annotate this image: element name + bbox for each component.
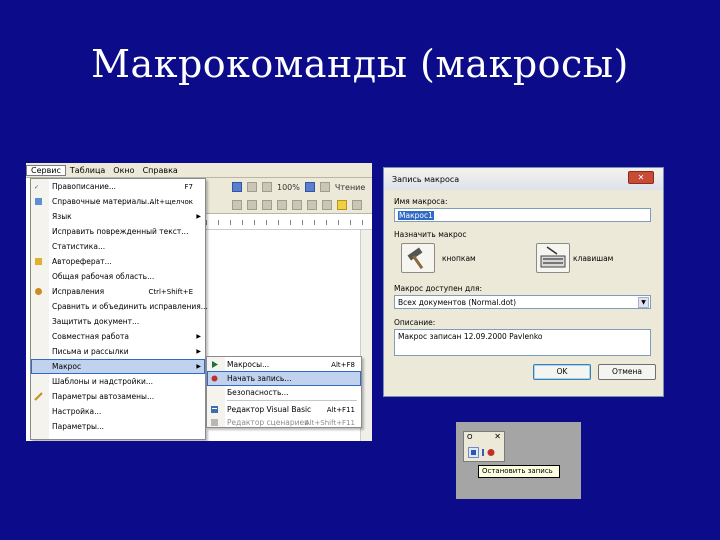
columns-icon[interactable]: [247, 182, 257, 192]
ok-button[interactable]: OK: [533, 364, 591, 380]
menu-item-spelling[interactable]: ✓ Правописание... F7: [31, 179, 205, 194]
align-right-icon[interactable]: [262, 200, 272, 210]
reading-icon[interactable]: [319, 182, 330, 192]
menu-help[interactable]: Справка: [139, 166, 182, 175]
close-button[interactable]: ✕: [628, 171, 654, 184]
submenu-item-start-recording[interactable]: Начать запись...: [207, 371, 361, 386]
macro-submenu: Макросы... Alt+F8 Начать запись... Безоп…: [206, 356, 362, 428]
menu-item-workspace[interactable]: Общая рабочая область...: [31, 269, 205, 284]
menu-item-compare[interactable]: Сравнить и объединить исправления...: [31, 299, 208, 314]
menu-item-customize[interactable]: Настройка...: [31, 404, 205, 419]
research-icon: [35, 198, 42, 205]
menu-item-templates[interactable]: Шаблоны и надстройки...: [31, 374, 205, 389]
assign-to-keyboard-button[interactable]: [536, 243, 570, 273]
menu-item-language[interactable]: Язык ▶: [31, 209, 205, 224]
submenu-arrow-icon: ▶: [196, 363, 201, 370]
chevron-down-icon[interactable]: ▼: [638, 297, 649, 308]
hammer-icon: [407, 247, 424, 270]
submenu-arrow-icon: ▶: [196, 333, 201, 340]
table-icon[interactable]: [232, 182, 242, 192]
slide-title: Макрокоманды (макросы): [91, 42, 629, 86]
menu-item-protect[interactable]: Защитить документ...: [31, 314, 205, 329]
track-changes-icon: [35, 288, 42, 295]
menu-item-research[interactable]: Справочные материалы... Alt+щелчок: [31, 194, 205, 209]
svg-text:✓: ✓: [34, 184, 39, 191]
menu-separator: [227, 400, 357, 401]
spellcheck-icon: ✓: [34, 184, 39, 191]
keyboard-icon: [540, 246, 566, 268]
help-icon[interactable]: [304, 182, 315, 192]
menu-item-autosummary[interactable]: Автореферат...: [31, 254, 205, 269]
script-editor-icon: [211, 419, 218, 426]
align-left-icon[interactable]: [232, 200, 242, 210]
menu-item-track-changes[interactable]: Исправления Ctrl+Shift+E: [31, 284, 205, 299]
justify-icon[interactable]: [277, 200, 287, 210]
reading-button[interactable]: Чтение: [335, 183, 365, 192]
available-for-select[interactable]: Всех документов (Normal.dot) ▼: [394, 295, 651, 309]
record-macro-dialog: Запись макроса ✕ Имя макроса: Макрос1 На…: [383, 167, 664, 397]
zoom-field[interactable]: 100%: [277, 183, 300, 192]
submenu-arrow-icon: ▶: [196, 213, 201, 220]
assign-keyboard-label: клавишам: [573, 254, 614, 263]
dialog-title: Запись макроса: [384, 168, 663, 190]
stop-recording-tooltip: Остановить запись: [478, 465, 560, 478]
autosummary-icon: [35, 258, 42, 265]
menu-item-options[interactable]: Параметры...: [31, 419, 205, 434]
description-input[interactable]: Макрос записан 12.09.2000 Pavlenko: [394, 329, 651, 356]
submenu-arrow-icon: ▶: [196, 348, 201, 355]
macro-name-label: Имя макроса:: [394, 197, 448, 206]
toolbar-title: О: [467, 433, 473, 441]
close-icon[interactable]: ✕: [494, 432, 501, 441]
formatting-toolbar: 100% Чтение: [206, 178, 372, 214]
assign-toolbar-label: кнопкам: [442, 254, 476, 263]
menu-item-statistics[interactable]: Статистика...: [31, 239, 205, 254]
play-icon: [212, 361, 218, 368]
vba-editor-icon: [211, 406, 218, 413]
stop-recording-panel: О ✕ Остановить запись: [456, 422, 581, 499]
ruler: [206, 214, 372, 230]
cancel-button[interactable]: Отмена: [598, 364, 656, 380]
available-for-label: Макрос доступен для:: [394, 284, 482, 293]
menu-item-collaboration[interactable]: Совместная работа ▶: [31, 329, 205, 344]
submenu-item-macros[interactable]: Макросы... Alt+F8: [207, 357, 361, 372]
align-center-icon[interactable]: [247, 200, 257, 210]
assign-to-toolbar-button[interactable]: [401, 243, 435, 273]
numbering-icon[interactable]: [307, 200, 317, 210]
menu-item-mailings[interactable]: Письма и рассылки ▶: [31, 344, 205, 359]
font-color-icon[interactable]: [352, 200, 362, 210]
record-icon: [211, 375, 218, 382]
menu-item-fix-text[interactable]: Исправить поврежденный текст...: [31, 224, 205, 239]
macro-name-input[interactable]: Макрос1: [394, 208, 651, 222]
line-spacing-icon[interactable]: [292, 200, 302, 210]
word-menu-screenshot: Сервис Таблица Окно Справка 100% Чтение: [26, 163, 372, 441]
description-label: Описание:: [394, 318, 436, 327]
stop-recording-toolbar: О ✕: [463, 431, 505, 462]
paragraph-icon[interactable]: [262, 182, 272, 192]
pause-recording-icon[interactable]: [481, 447, 497, 458]
tools-menu: ✓ Правописание... F7 Справочные материал…: [30, 178, 208, 440]
menu-table[interactable]: Таблица: [66, 166, 109, 175]
menu-item-autocorrect[interactable]: Параметры автозамены...: [31, 389, 205, 404]
menu-bar: Сервис Таблица Окно Справка: [26, 163, 372, 178]
menu-item-macro[interactable]: Макрос ▶: [31, 359, 205, 374]
menu-window[interactable]: Окно: [109, 166, 138, 175]
highlight-icon[interactable]: [337, 200, 347, 210]
autocorrect-icon: [34, 392, 43, 401]
submenu-item-script-editor: Редактор сценариев Alt+Shift+F11: [207, 415, 361, 430]
bullets-icon[interactable]: [322, 200, 332, 210]
submenu-item-security[interactable]: Безопасность...: [207, 385, 361, 400]
stop-recording-button[interactable]: [468, 447, 479, 458]
menu-tools[interactable]: Сервис: [26, 164, 66, 176]
assign-macro-label: Назначить макрос: [394, 230, 467, 239]
